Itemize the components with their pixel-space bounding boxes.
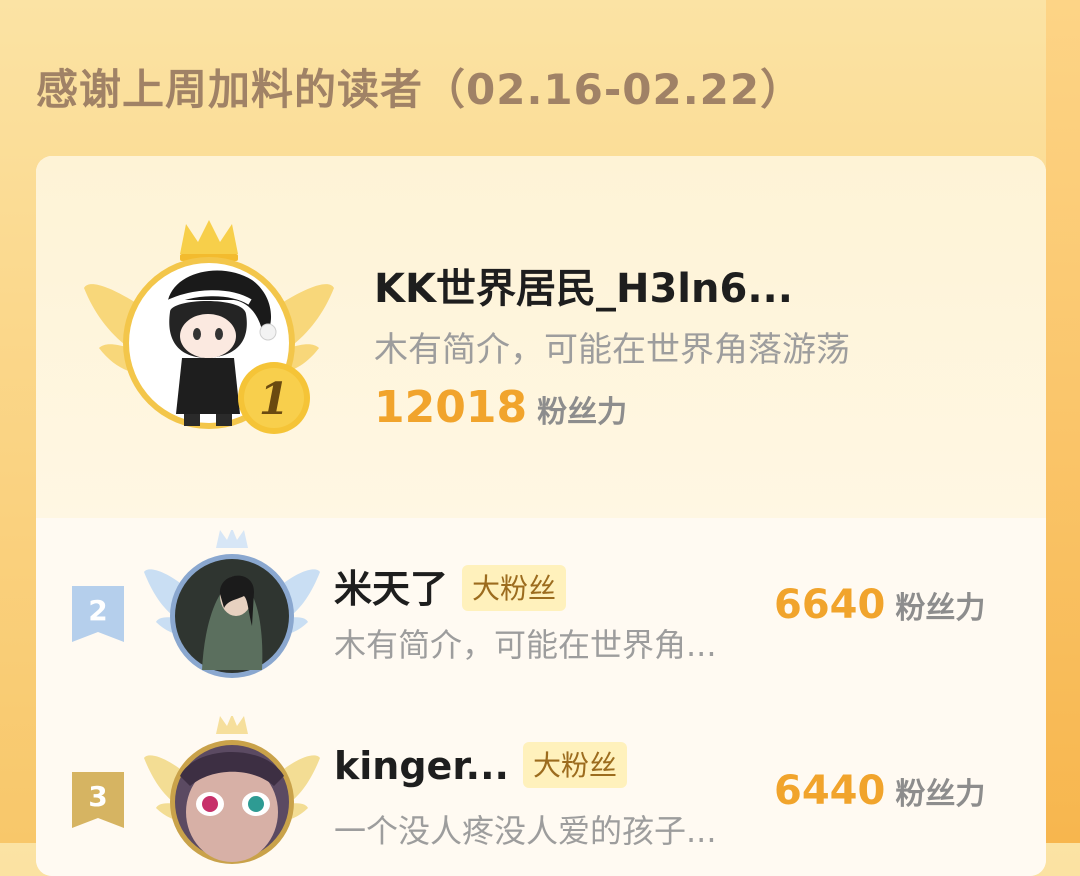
username-text: 米天了 (334, 567, 449, 611)
user-bio: 木有简介，可能在世界角落游荡 (374, 330, 850, 370)
user-avatar[interactable] (144, 716, 320, 866)
fan-power-unit: 粉丝力 (895, 777, 986, 812)
rank-number: 3 (88, 780, 107, 813)
fan-power-unit: 粉丝力 (537, 395, 628, 430)
fan-power: 6440 粉丝力 (774, 768, 985, 814)
first-place-avatar-frame[interactable]: 1 (84, 218, 334, 448)
rank-number: 1 (259, 374, 290, 425)
user-bio: 木有简介，可能在世界角... (334, 626, 717, 664)
rank-number: 2 (88, 594, 107, 627)
leaderboard-card: 1 KK世界居民_H3ln6... 木有简介，可能在世界角落游荡 12018 粉丝… (36, 156, 1046, 876)
ribbon-badge-icon: 3 (72, 772, 124, 828)
first-place-entry[interactable]: 1 KK世界居民_H3ln6... 木有简介，可能在世界角落游荡 12018 粉丝… (36, 156, 1046, 518)
page-title: 感谢上周加料的读者（02.16-02.22） (36, 65, 804, 114)
list-item[interactable]: 3 kinger... 大粉丝 一个没人疼没人爱的孩子... 6440 粉丝力 (36, 712, 1046, 872)
crown-icon (216, 530, 248, 548)
username[interactable]: KK世界居民_H3ln6... (374, 256, 793, 314)
crown-icon (216, 716, 248, 734)
fan-power: 12018 粉丝力 (374, 382, 627, 433)
user-bio: 一个没人疼没人爱的孩子... (334, 812, 717, 850)
background-strip (1046, 0, 1080, 843)
fan-power-value: 6440 (774, 768, 886, 814)
fan-level-badge: 大粉丝 (522, 741, 627, 788)
list-item[interactable]: 2 米天了 大粉丝 木有简介，可能在世界角... 6640 粉丝力 (36, 526, 1046, 686)
ranking-list: 2 米天了 大粉丝 木有简介，可能在世界角... 6640 粉丝力 3 king… (36, 518, 1046, 876)
medal-icon: 1 (238, 362, 310, 434)
user-avatar[interactable] (144, 530, 320, 680)
username[interactable]: kinger... 大粉丝 (334, 741, 627, 792)
fan-power-unit: 粉丝力 (895, 591, 986, 626)
fan-level-badge: 大粉丝 (462, 564, 567, 611)
username-text: kinger... (334, 744, 509, 788)
fan-power: 6640 粉丝力 (774, 582, 985, 628)
ribbon-badge-icon: 2 (72, 586, 124, 642)
crown-icon (180, 220, 238, 261)
fan-power-value: 12018 (374, 382, 528, 433)
fan-power-value: 6640 (774, 582, 886, 628)
username[interactable]: 米天了 大粉丝 (334, 558, 567, 615)
